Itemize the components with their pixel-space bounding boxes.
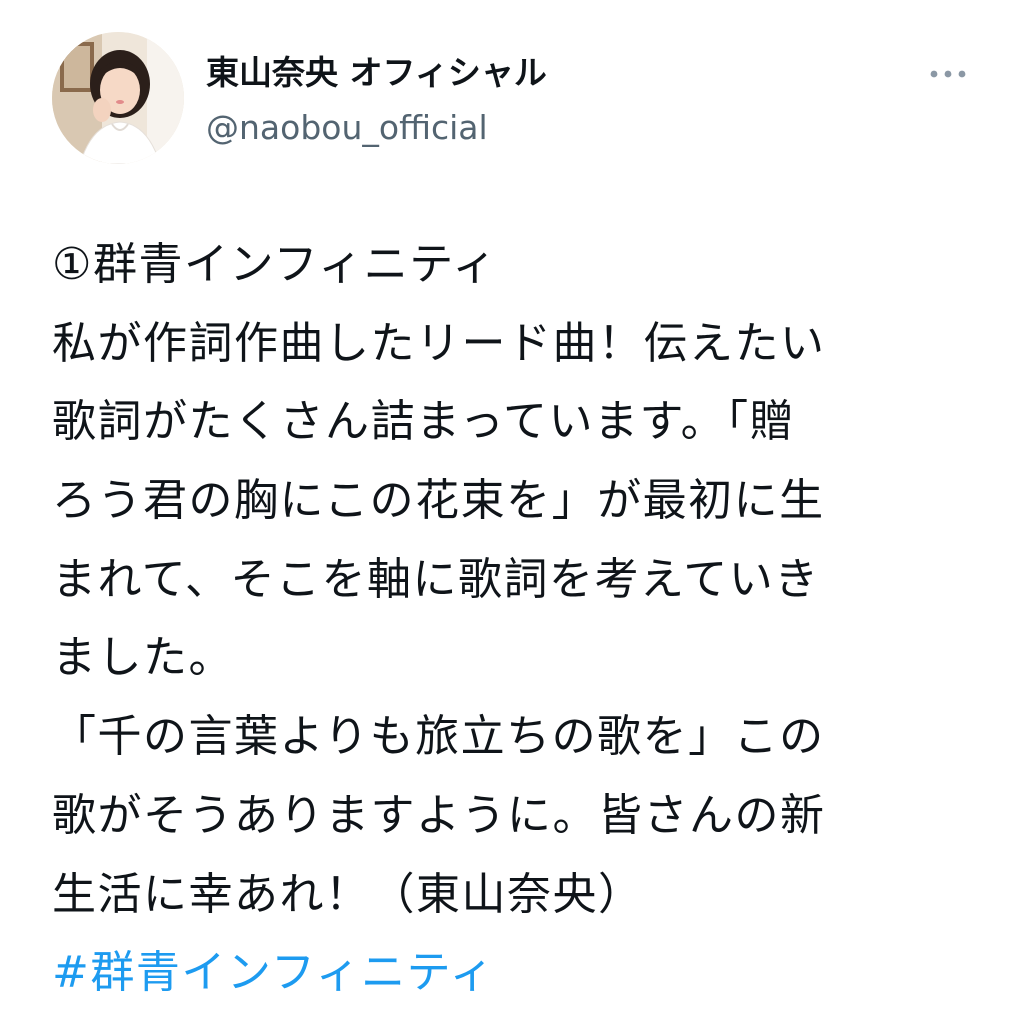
- tweet-line: まれて、そこを軸に歌詞を考えていき: [52, 553, 820, 605]
- tweet-line: ①群青インフィニティ: [52, 239, 498, 290]
- tweet-line: ました。: [52, 632, 234, 684]
- user-names: 東山奈央 オフィシャル @naobou_official: [206, 52, 547, 148]
- more-horizontal-icon[interactable]: [928, 66, 968, 82]
- tweet-text: ①群青インフィニティ 私が作詞作曲したリード曲！伝えたい 歌詞がたくさん詰まって…: [52, 226, 957, 1013]
- tweet-line: 「千の言葉よりも旅立ちの歌を」この: [52, 711, 825, 763]
- user-handle[interactable]: @naobou_official: [206, 108, 547, 148]
- tweet-line: 歌詞がたくさん詰まっています。「贈: [52, 396, 796, 448]
- tweet-line: 歌がそうありますように。皆さんの新: [52, 789, 826, 841]
- hashtag-link[interactable]: #群青インフィニティ: [52, 934, 957, 1013]
- tweet-line: 生活に幸あれ！（東山奈央）: [52, 868, 644, 920]
- display-name[interactable]: 東山奈央 オフィシャル: [206, 52, 547, 94]
- tweet-line: 私が作詞作曲したリード曲！伝えたい: [52, 317, 826, 369]
- avatar[interactable]: [52, 32, 184, 164]
- tweet: 東山奈央 オフィシャル @naobou_official ①群青インフィニティ …: [0, 0, 1016, 1024]
- avatar-image: [52, 32, 184, 164]
- tweet-header: 東山奈央 オフィシャル @naobou_official: [52, 32, 972, 166]
- tweet-line: ろう君の胸にこの花束を」が最初に生: [52, 475, 825, 527]
